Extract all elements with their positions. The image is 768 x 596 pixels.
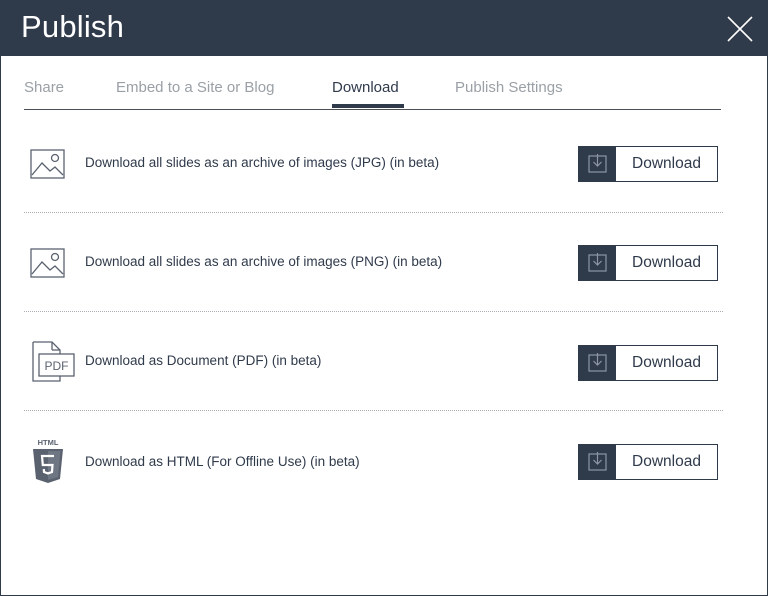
close-icon[interactable] bbox=[725, 14, 755, 44]
download-button-jpg[interactable]: Download bbox=[578, 146, 718, 182]
pdf-document-icon: PDF bbox=[30, 340, 76, 384]
download-label: Download as Document (PDF) (in beta) bbox=[85, 353, 322, 368]
download-row-jpg: Download all slides as an archive of ima… bbox=[24, 114, 723, 213]
download-button-pdf[interactable]: Download bbox=[578, 345, 718, 381]
download-label: Download as HTML (For Offline Use) (in b… bbox=[85, 454, 360, 469]
download-button-label: Download bbox=[632, 155, 701, 172]
download-icon bbox=[579, 246, 616, 280]
tab-download[interactable]: Download bbox=[332, 79, 399, 96]
tab-embed[interactable]: Embed to a Site or Blog bbox=[116, 79, 274, 96]
tab-publish-settings[interactable]: Publish Settings bbox=[455, 79, 563, 96]
download-icon bbox=[579, 445, 616, 479]
download-button-label: Download bbox=[632, 453, 701, 470]
active-tab-indicator bbox=[332, 104, 404, 108]
html5-icon: HTML bbox=[30, 437, 66, 485]
image-icon bbox=[30, 146, 66, 190]
image-icon bbox=[30, 245, 66, 289]
download-button-html[interactable]: Download bbox=[578, 444, 718, 480]
download-row-png: Download all slides as an archive of ima… bbox=[24, 213, 723, 312]
download-label: Download all slides as an archive of ima… bbox=[85, 254, 443, 269]
dialog-header: Publish bbox=[1, 1, 767, 56]
download-icon bbox=[579, 147, 616, 181]
download-row-html: HTML Download as HTML (For Offline Use) … bbox=[24, 411, 723, 510]
download-row-pdf: PDF Download as Document (PDF) (in beta)… bbox=[24, 312, 723, 411]
dialog-title: Publish bbox=[21, 9, 125, 44]
download-label: Download all slides as an archive of ima… bbox=[85, 155, 440, 170]
svg-text:PDF: PDF bbox=[45, 359, 69, 373]
download-button-label: Download bbox=[632, 354, 701, 371]
tab-share[interactable]: Share bbox=[24, 79, 64, 96]
download-icon bbox=[579, 346, 616, 380]
download-button-label: Download bbox=[632, 254, 701, 271]
svg-text:HTML: HTML bbox=[38, 438, 59, 447]
tab-bar: Share Embed to a Site or Blog Download P… bbox=[24, 57, 721, 110]
download-button-png[interactable]: Download bbox=[578, 245, 718, 281]
publish-dialog: Publish Share Embed to a Site or Blog Do… bbox=[0, 0, 768, 596]
